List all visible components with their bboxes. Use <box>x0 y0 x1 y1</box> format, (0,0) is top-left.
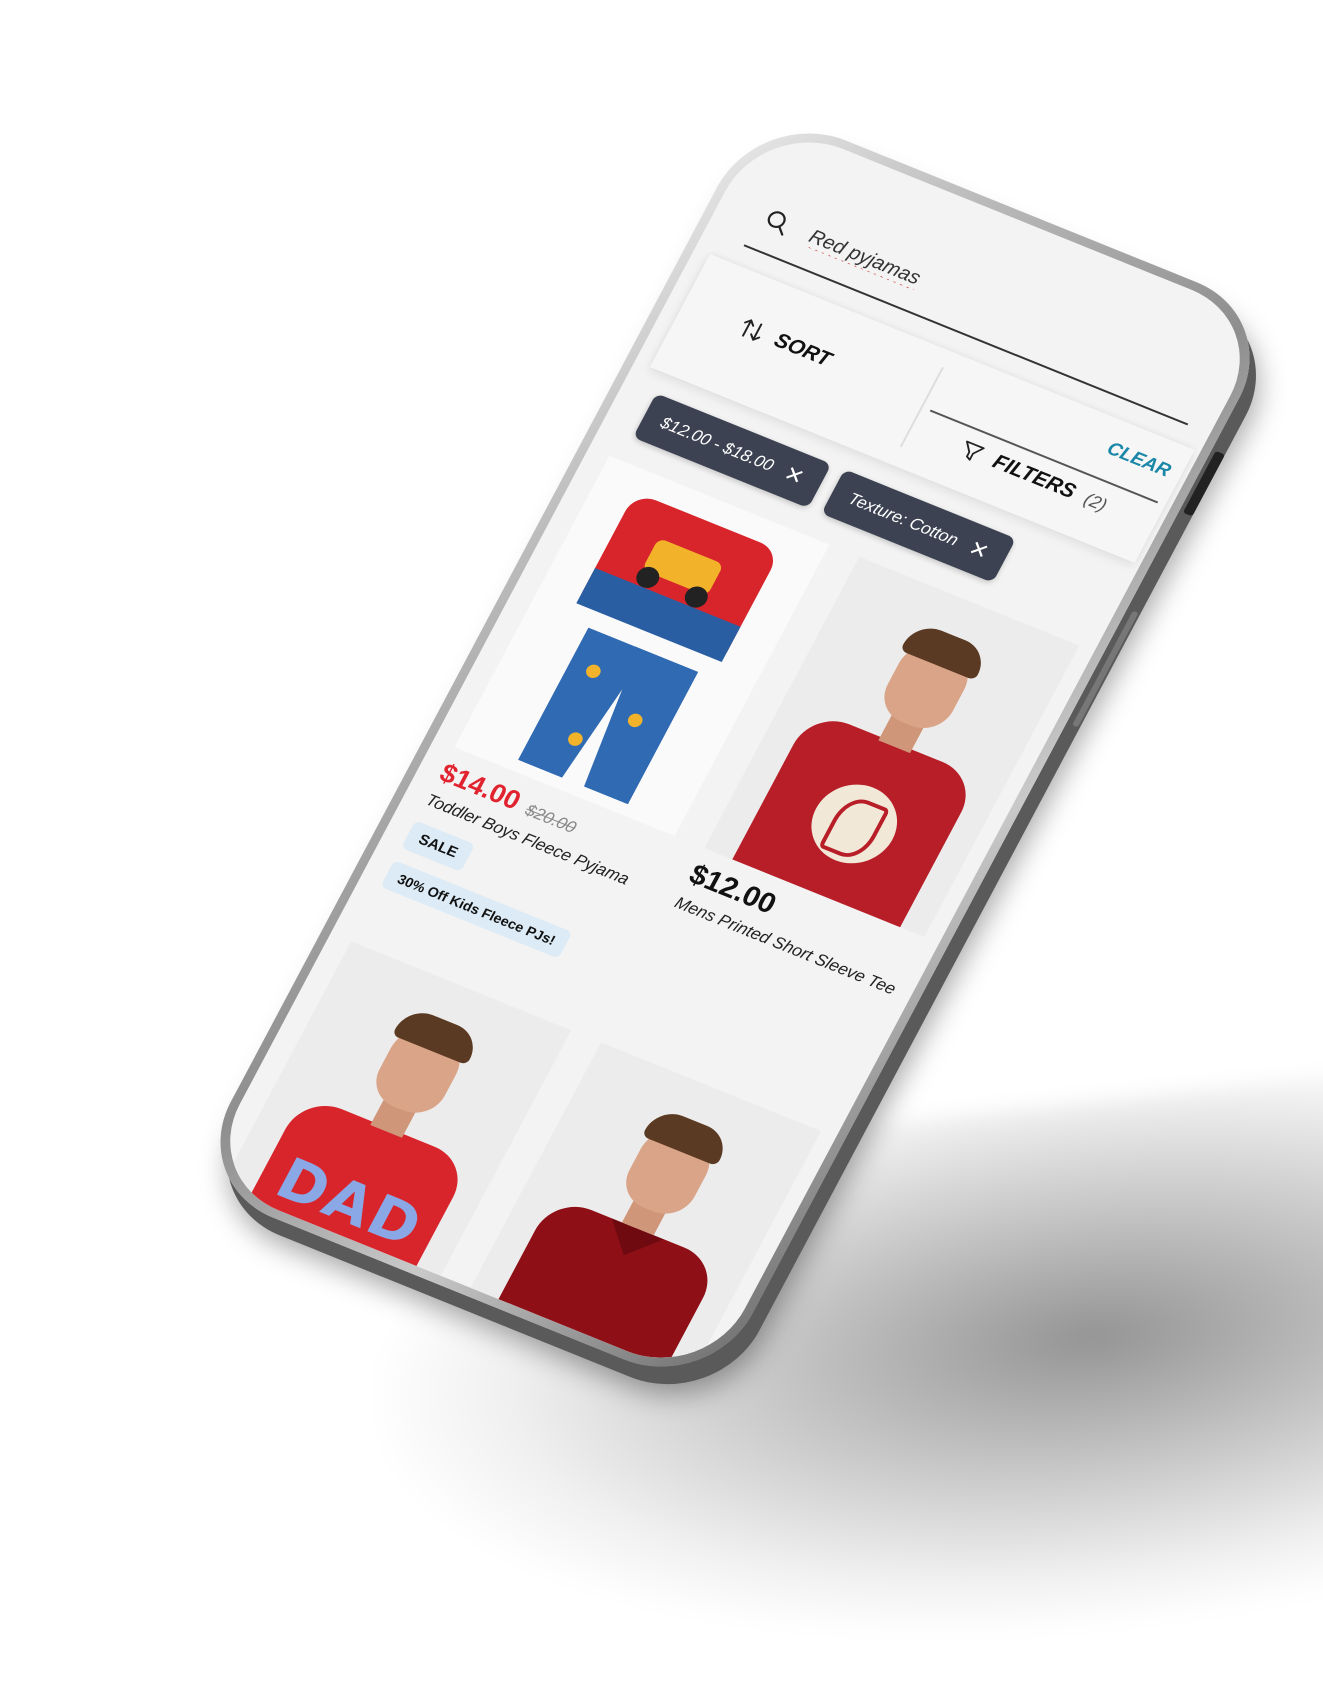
sort-label: SORT <box>770 328 836 371</box>
filters-button[interactable]: FILTERS (2) <box>955 437 1112 517</box>
chip-label: $12.00 - $18.00 <box>657 413 778 475</box>
sort-button[interactable]: SORT <box>734 314 836 373</box>
filters-label: FILTERS <box>988 450 1080 504</box>
sort-arrows-icon <box>742 319 763 341</box>
filter-funnel-icon <box>966 440 985 461</box>
filters-count: (2) <box>1080 488 1111 515</box>
close-icon[interactable]: ✕ <box>780 461 809 490</box>
chip-label: Texture: Cotton <box>845 489 962 550</box>
pyjama-pants-graphic <box>518 627 698 804</box>
clear-button[interactable]: CLEAR <box>1103 438 1174 482</box>
bar-divider <box>899 367 944 448</box>
search-icon[interactable] <box>759 206 795 239</box>
close-icon[interactable]: ✕ <box>964 535 993 564</box>
